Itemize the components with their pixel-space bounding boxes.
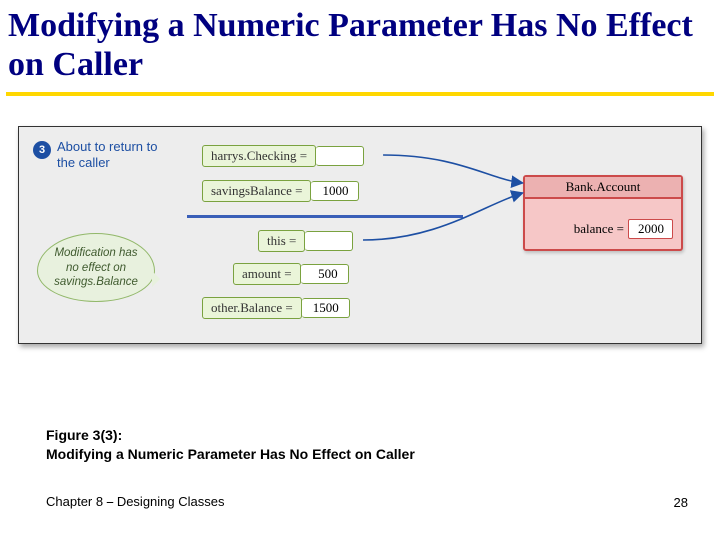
var-value bbox=[305, 231, 353, 251]
var-name: amount = bbox=[233, 263, 301, 285]
object-field-balance: balance = 2000 bbox=[533, 219, 673, 239]
step-label: About to return to the caller bbox=[57, 139, 167, 172]
var-this: this = bbox=[258, 230, 353, 252]
var-name: other.Balance = bbox=[202, 297, 302, 319]
var-other-balance: other.Balance = 1500 bbox=[202, 297, 350, 319]
object-body: balance = 2000 bbox=[525, 199, 681, 249]
field-name: balance = bbox=[574, 221, 624, 237]
footer-page-number: 28 bbox=[674, 495, 688, 510]
var-value bbox=[316, 146, 364, 166]
caption-line1: Figure 3(3): bbox=[46, 426, 415, 445]
stack-divider bbox=[187, 215, 463, 218]
step-badge: 3 bbox=[33, 141, 51, 159]
page-title: Modifying a Numeric Parameter Has No Eff… bbox=[0, 0, 720, 90]
var-value: 500 bbox=[301, 264, 349, 284]
var-value: 1500 bbox=[302, 298, 350, 318]
footer-chapter: Chapter 8 ⎯ Designing Classes bbox=[46, 494, 224, 510]
var-harrys-checking: harrys.Checking = bbox=[202, 145, 364, 167]
caption-line2: Modifying a Numeric Parameter Has No Eff… bbox=[46, 445, 415, 464]
figure-caption: Figure 3(3): Modifying a Numeric Paramet… bbox=[46, 426, 415, 464]
title-underline bbox=[6, 92, 714, 96]
var-name: savingsBalance = bbox=[202, 180, 311, 202]
var-name: harrys.Checking = bbox=[202, 145, 316, 167]
diagram-frame: 3 About to return to the caller harrys.C… bbox=[18, 126, 702, 344]
callout-bubble: Modification has no effect on savings.Ba… bbox=[37, 233, 155, 302]
diagram: 3 About to return to the caller harrys.C… bbox=[27, 135, 693, 335]
var-name: this = bbox=[258, 230, 305, 252]
slide: Modifying a Numeric Parameter Has No Eff… bbox=[0, 0, 720, 540]
var-savings-balance: savingsBalance = 1000 bbox=[202, 180, 359, 202]
var-value: 1000 bbox=[311, 181, 359, 201]
object-title: Bank.Account bbox=[525, 177, 681, 199]
field-value: 2000 bbox=[628, 219, 673, 239]
object-bank-account: Bank.Account balance = 2000 bbox=[523, 175, 683, 251]
var-amount: amount = 500 bbox=[233, 263, 349, 285]
